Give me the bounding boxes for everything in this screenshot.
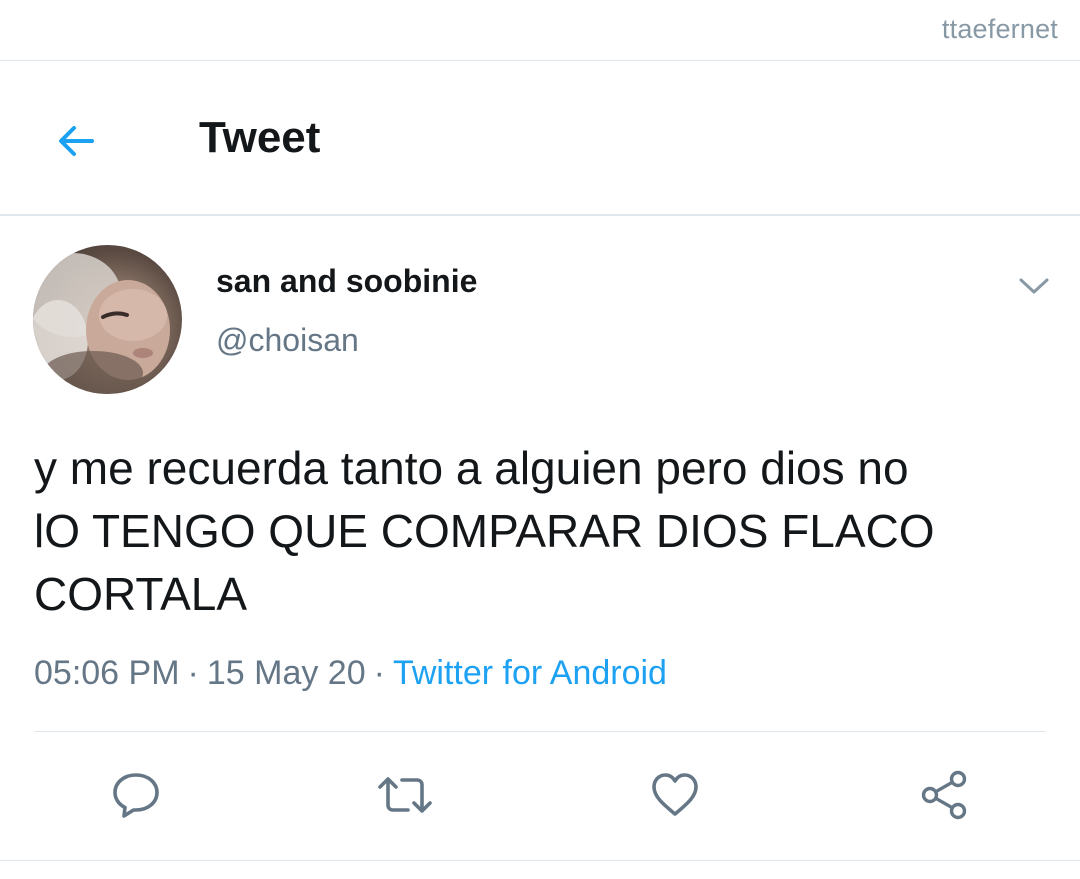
heart-icon — [652, 773, 698, 816]
like-button[interactable] — [640, 760, 710, 830]
arrow-left-icon — [59, 126, 94, 156]
tweet-text: y me recuerda tanto a alguien pero dios … — [34, 442, 935, 620]
retweet-button[interactable] — [370, 760, 440, 830]
author-display-name[interactable]: san and soobinie — [216, 263, 477, 300]
author-handle[interactable]: @choisan — [216, 322, 359, 359]
bottom-divider — [0, 860, 1080, 861]
share-icon — [921, 770, 967, 820]
share-button[interactable] — [909, 760, 979, 830]
avatar[interactable] — [33, 245, 182, 394]
app-bar: Tweet — [0, 61, 1080, 214]
watermark: ttaefernet — [941, 14, 1058, 44]
meta-divider — [34, 731, 1046, 732]
retweet-icon — [378, 777, 432, 813]
tweet-date: 15 May 20 — [206, 654, 366, 692]
tweet-time: 05:06 PM — [34, 654, 180, 692]
profile-photo — [33, 253, 170, 394]
meta-separator: · — [373, 654, 385, 692]
header-divider — [0, 214, 1080, 216]
meta-separator: · — [187, 654, 199, 692]
speech-bubble-icon — [113, 773, 159, 818]
tweet-source-link[interactable]: Twitter for Android — [393, 654, 667, 692]
back-button[interactable] — [40, 105, 112, 177]
tweet-menu-button[interactable] — [1012, 268, 1056, 304]
reply-button[interactable] — [101, 760, 171, 830]
action-bar — [0, 760, 1080, 830]
tweet-detail-screen: ttaefernet Tweet san and soobinie @chois… — [0, 0, 1080, 879]
page-title: Tweet — [199, 113, 321, 162]
chevron-down-icon — [1019, 278, 1049, 294]
tweet-meta: 05:06 PM · 15 May 20 · Twitter for Android — [34, 654, 667, 693]
